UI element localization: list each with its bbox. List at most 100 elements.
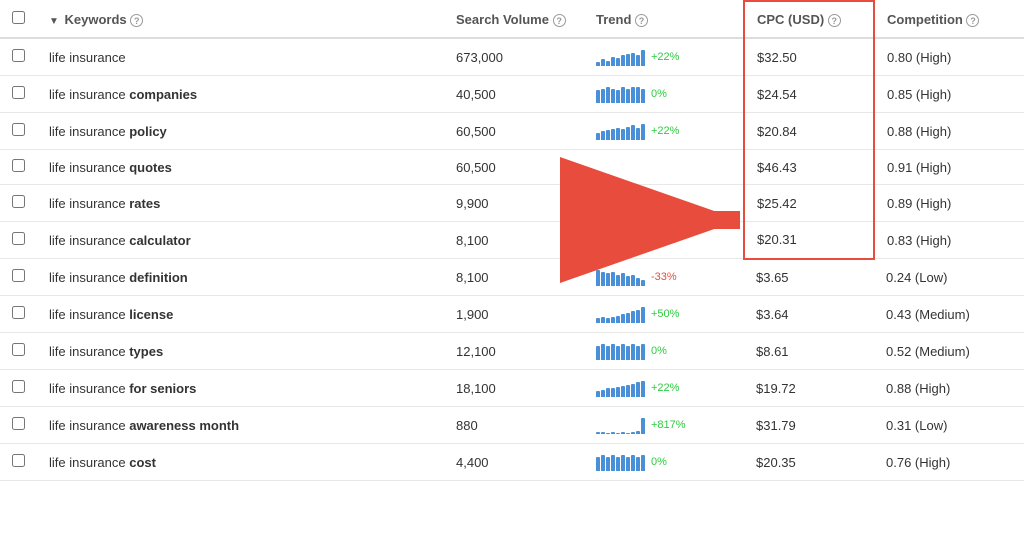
competition-cell: 0.76 (High) — [874, 444, 1024, 481]
keyword-cell: life insurance companies — [37, 76, 444, 113]
row-checkbox-cell — [0, 333, 37, 370]
keyword-cell: life insurance calculator — [37, 222, 444, 259]
row-checkbox-cell — [0, 38, 37, 76]
trend-percent: +22% — [651, 51, 679, 63]
cpc-cell: $24.54 — [744, 76, 874, 113]
cpc-column-header: CPC (USD) ? — [744, 1, 874, 38]
row-checkbox[interactable] — [12, 343, 25, 356]
row-checkbox[interactable] — [12, 159, 25, 172]
competition-cell: 0.83 (High) — [874, 222, 1024, 259]
trend-percent: +22% — [651, 125, 679, 137]
competition-cell: 0.91 (High) — [874, 150, 1024, 185]
row-checkbox-cell — [0, 222, 37, 259]
trend-percent: -18% — [651, 234, 677, 246]
trend-bar — [596, 342, 645, 360]
row-checkbox[interactable] — [12, 123, 25, 136]
keyword-cell: life insurance quotes — [37, 150, 444, 185]
competition-cell: 0.85 (High) — [874, 76, 1024, 113]
trend-bar — [596, 268, 645, 286]
keywords-header-label: Keywords — [65, 12, 127, 27]
row-checkbox-cell — [0, 113, 37, 150]
trend-cell: +817% — [584, 407, 744, 444]
cpc-cell: $20.35 — [744, 444, 874, 481]
row-checkbox[interactable] — [12, 195, 25, 208]
trend-bar — [596, 453, 645, 471]
keyword-cell: life insurance definition — [37, 259, 444, 296]
trend-cell: 0% — [584, 333, 744, 370]
table-row: life insurance quotes60,500 $46.430.91 (H… — [0, 150, 1024, 185]
row-checkbox-cell — [0, 150, 37, 185]
keywords-info-icon[interactable]: ? — [130, 14, 143, 27]
row-checkbox[interactable] — [12, 49, 25, 62]
table-row: life insurance rates9,9000%$25.420.89 (H… — [0, 185, 1024, 222]
competition-cell: 0.88 (High) — [874, 113, 1024, 150]
row-checkbox[interactable] — [12, 86, 25, 99]
cpc-cell: $32.50 — [744, 38, 874, 76]
cpc-cell: $31.79 — [744, 407, 874, 444]
search-volume-cell: 40,500 — [444, 76, 584, 113]
row-checkbox-cell — [0, 444, 37, 481]
trend-cell: +22% — [584, 370, 744, 407]
keywords-column-header: ▼ Keywords ? — [37, 1, 444, 38]
trend-bar — [596, 194, 645, 212]
trend-cell: -18% — [584, 222, 744, 259]
row-checkbox[interactable] — [12, 380, 25, 393]
trend-cell: +22% — [584, 38, 744, 76]
table-row: life insurance license1,900+50%$3.640.43… — [0, 296, 1024, 333]
competition-info-icon[interactable]: ? — [966, 14, 979, 27]
cpc-cell: $3.65 — [744, 259, 874, 296]
search-volume-cell: 18,100 — [444, 370, 584, 407]
search-volume-cell: 880 — [444, 407, 584, 444]
trend-percent: 0% — [651, 197, 667, 209]
cpc-cell: $8.61 — [744, 333, 874, 370]
search-volume-cell: 8,100 — [444, 259, 584, 296]
competition-cell: 0.80 (High) — [874, 38, 1024, 76]
keyword-cell: life insurance license — [37, 296, 444, 333]
trend-bar — [596, 48, 645, 66]
search-volume-cell: 4,400 — [444, 444, 584, 481]
trend-bar — [596, 416, 645, 434]
table-row: life insurance for seniors18,100+22%$19.… — [0, 370, 1024, 407]
competition-cell: 0.52 (Medium) — [874, 333, 1024, 370]
select-all-checkbox-header[interactable] — [0, 1, 37, 38]
keyword-cell: life insurance — [37, 38, 444, 76]
sort-arrow-icon: ▼ — [49, 16, 59, 27]
trend-info-icon[interactable]: ? — [635, 14, 648, 27]
table-row: life insurance673,000 +22% $32.500.80 (Hig… — [0, 38, 1024, 76]
competition-column-header: Competition ? — [874, 1, 1024, 38]
row-checkbox[interactable] — [12, 306, 25, 319]
search-volume-cell: 673,000 — [444, 38, 584, 76]
competition-cell: 0.88 (High) — [874, 370, 1024, 407]
row-checkbox[interactable] — [12, 232, 25, 245]
cpc-cell: $46.43 — [744, 150, 874, 185]
competition-header-label: Competition — [887, 12, 963, 27]
keyword-cell: life insurance rates — [37, 185, 444, 222]
trend-percent: +50% — [651, 308, 679, 320]
row-checkbox[interactable] — [12, 454, 25, 467]
cpc-cell: $3.64 — [744, 296, 874, 333]
trend-percent: 0% — [651, 88, 667, 100]
competition-cell: 0.31 (Low) — [874, 407, 1024, 444]
keyword-cell: life insurance awareness month — [37, 407, 444, 444]
table-row: life insurance definition8,100-33%$3.650… — [0, 259, 1024, 296]
trend-percent: 0% — [651, 456, 667, 468]
table-row: life insurance companies40,500 0% $24.540.… — [0, 76, 1024, 113]
keyword-cell: life insurance for seniors — [37, 370, 444, 407]
search-volume-cell: 60,500 — [444, 150, 584, 185]
trend-cell: 0% — [584, 76, 744, 113]
search-volume-cell: 9,900 — [444, 185, 584, 222]
row-checkbox[interactable] — [12, 417, 25, 430]
select-all-checkbox[interactable] — [12, 11, 25, 24]
row-checkbox[interactable] — [12, 269, 25, 282]
trend-cell: 0% — [584, 444, 744, 481]
trend-bar — [596, 305, 645, 323]
table-row: life insurance cost4,4000%$20.350.76 (Hi… — [0, 444, 1024, 481]
table-row: life insurance policy60,500+22%$20.840.8… — [0, 113, 1024, 150]
search-volume-info-icon[interactable]: ? — [553, 14, 566, 27]
row-checkbox-cell — [0, 407, 37, 444]
trend-bar — [596, 379, 645, 397]
cpc-info-icon[interactable]: ? — [828, 14, 841, 27]
cpc-header-label: CPC (USD) — [757, 12, 824, 27]
trend-bar — [596, 85, 645, 103]
row-checkbox-cell — [0, 76, 37, 113]
